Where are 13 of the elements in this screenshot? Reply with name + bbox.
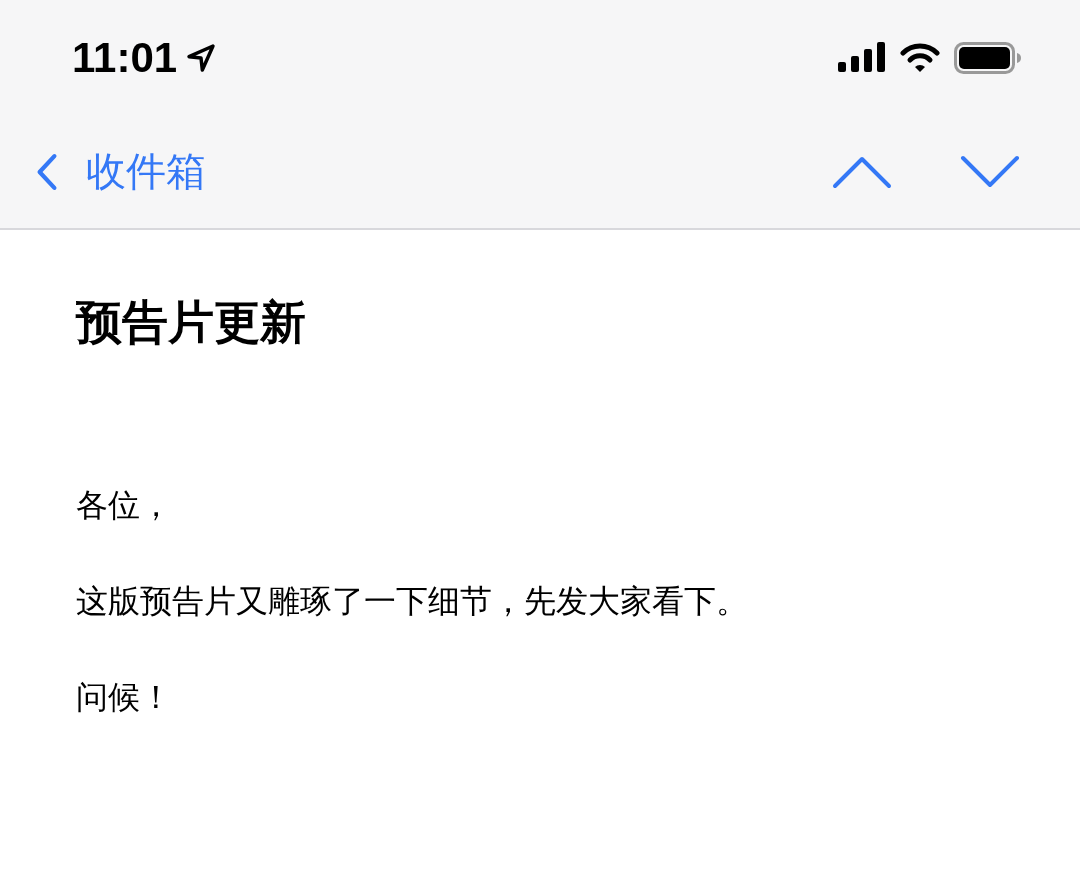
back-button[interactable]: 收件箱 <box>36 144 206 199</box>
chevron-down-icon[interactable] <box>960 154 1020 189</box>
message-subject: 预告片更新 <box>76 294 307 351</box>
signal-icon <box>838 41 886 74</box>
message-paragraph: 这版预告片又雕琢了一下细节，先发大家看下。 <box>76 581 749 622</box>
wifi-icon <box>900 42 940 73</box>
message-paragraph: 问候！ <box>76 677 173 718</box>
status-time: 11:01 <box>72 33 178 82</box>
location-arrow-icon <box>185 41 218 74</box>
chevron-left-icon <box>36 152 58 191</box>
message-paragraph: 各位， <box>76 485 173 526</box>
chevron-up-icon[interactable] <box>832 154 892 189</box>
battery-icon <box>954 41 1022 74</box>
